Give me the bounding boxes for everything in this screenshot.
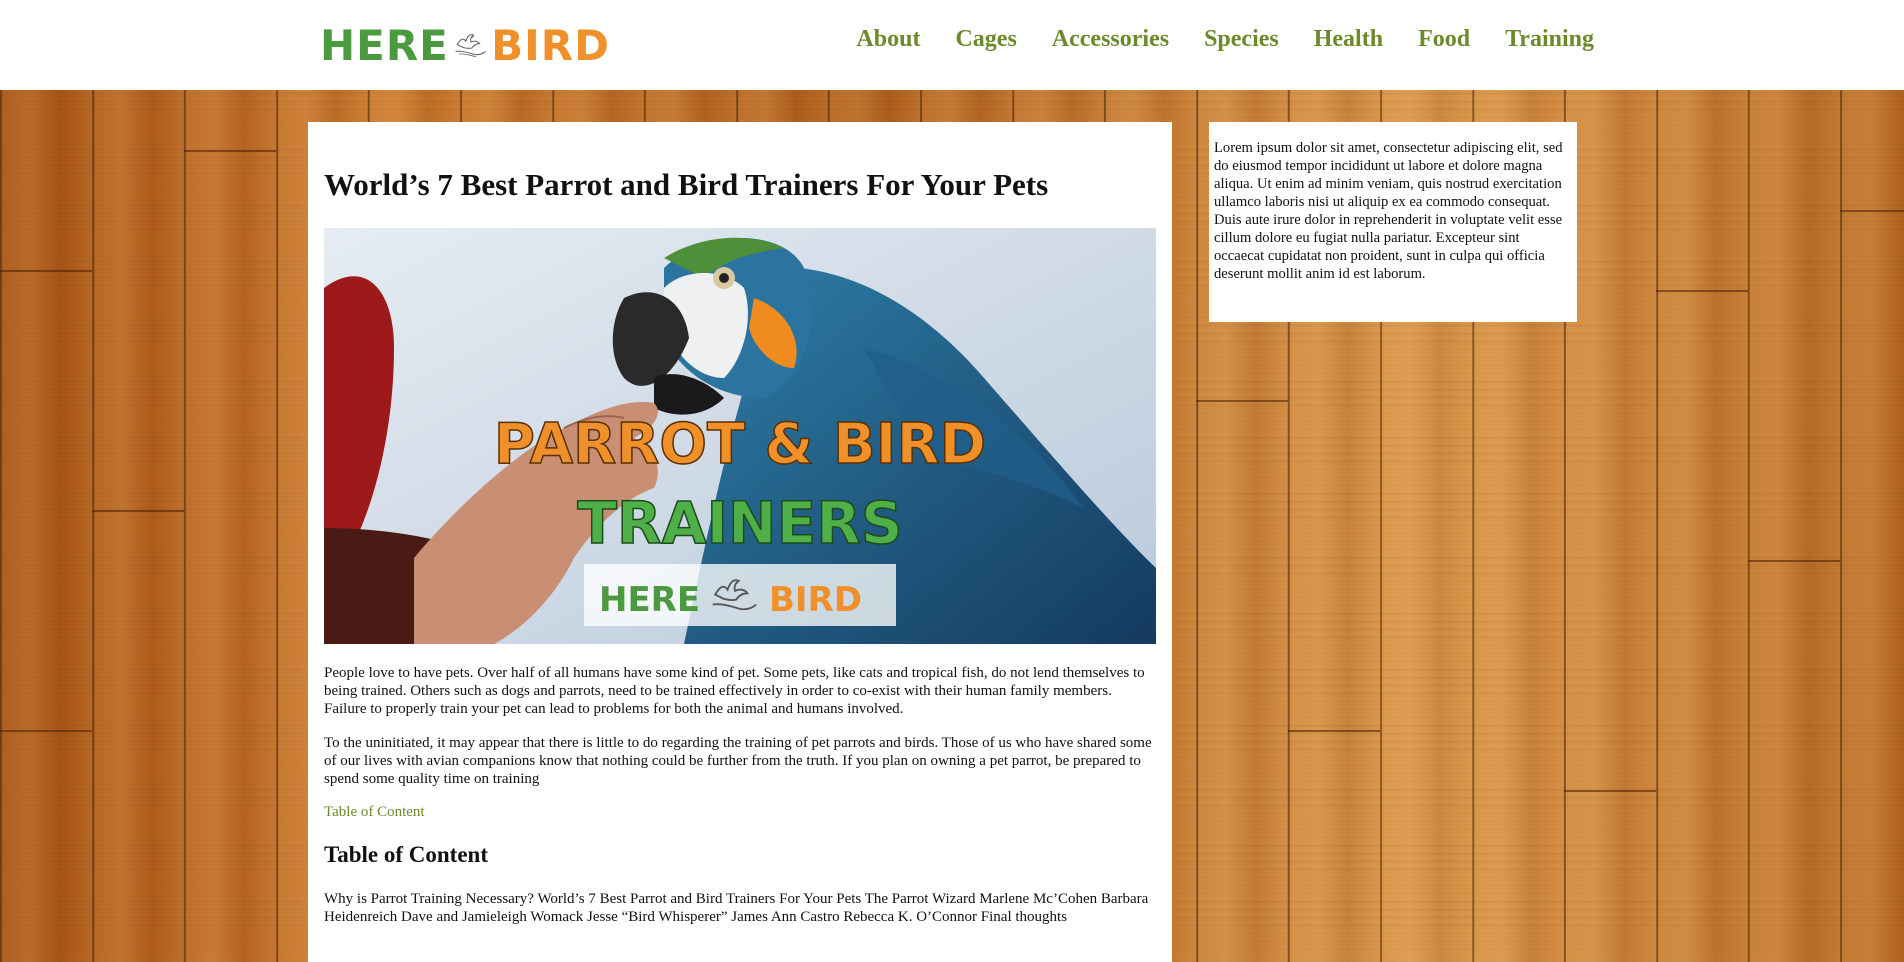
toc-list: Why is Parrot Training Necessary? World’… [324, 891, 1149, 925]
sidebar-widget: Lorem ipsum dolor sit amet, consectetur … [1209, 122, 1577, 322]
hero-image: PARROT & BIRD TRAINERS HERE BIRD [324, 228, 1156, 644]
nav-health[interactable]: Health [1314, 26, 1383, 53]
hero-badge-bird: BIRD [769, 580, 862, 620]
article-paragraph: To the uninitiated, it may appear that t… [324, 735, 1152, 787]
hero-badge-here: HERE [599, 580, 700, 620]
site-logo[interactable]: HERE BIRD [320, 12, 610, 78]
bird-hand-logo-icon [455, 34, 486, 57]
article-title: World’s 7 Best Parrot and Bird Trainers … [324, 167, 1049, 202]
toc-toggle-link[interactable]: Table of Content [324, 804, 425, 821]
logo-bird-text: BIRD [491, 20, 610, 70]
parrot-illustration: PARROT & BIRD TRAINERS HERE BIRD [324, 228, 1156, 644]
hero-title-line1: PARROT & BIRD [494, 412, 986, 477]
site-header: HERE BIRD About Cages Accessories Specie… [0, 0, 1904, 90]
nav-species[interactable]: Species [1204, 26, 1279, 53]
article-container: World’s 7 Best Parrot and Bird Trainers … [308, 122, 1172, 962]
logo-here-text: HERE [320, 20, 449, 70]
nav-accessories[interactable]: Accessories [1052, 26, 1169, 53]
sidebar-text: Lorem ipsum dolor sit amet, consectetur … [1214, 140, 1563, 282]
toc-heading: Table of Content [324, 842, 488, 867]
hero-title-line2: TRAINERS [577, 489, 902, 557]
main-nav: About Cages Accessories Species Health F… [821, 26, 1594, 53]
nav-cages[interactable]: Cages [955, 26, 1016, 53]
nav-training[interactable]: Training [1505, 26, 1594, 53]
nav-about[interactable]: About [856, 26, 920, 53]
article-paragraph: People love to have pets. Over half of a… [324, 665, 1145, 717]
nav-food[interactable]: Food [1418, 26, 1470, 53]
